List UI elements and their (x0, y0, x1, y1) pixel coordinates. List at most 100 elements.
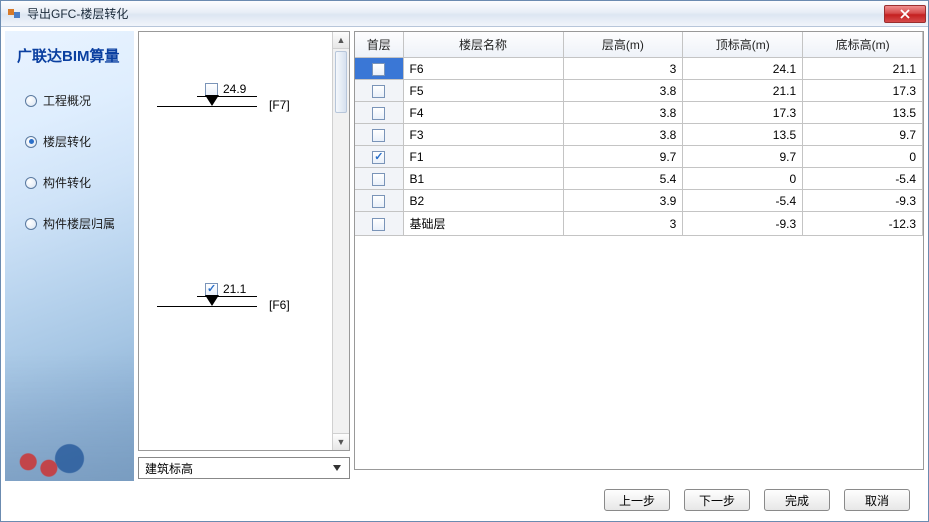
floor-name-cell[interactable]: F4 (403, 102, 563, 124)
first-floor-cell[interactable] (355, 146, 403, 168)
floor-height-cell[interactable]: 5.4 (563, 168, 683, 190)
floor-name-cell[interactable]: 基础层 (403, 212, 563, 236)
bottom-elev-cell[interactable]: 9.7 (803, 124, 923, 146)
floor-height-cell[interactable]: 3 (563, 58, 683, 80)
first-floor-cell[interactable] (355, 80, 403, 102)
table-row[interactable]: F19.79.70 (355, 146, 923, 168)
dropdown-selected: 建筑标高 (145, 460, 329, 477)
col-top[interactable]: 顶标高(m) (683, 32, 803, 58)
sidebar-item-label: 楼层转化 (43, 133, 91, 150)
floor-height-cell[interactable]: 9.7 (563, 146, 683, 168)
first-floor-cell[interactable] (355, 190, 403, 212)
window: 导出GFC-楼层转化 广联达BIM算量 工程概况 楼层转化 构件转化 构件楼层归… (0, 0, 929, 522)
diagram-column: 24.9 [F7] 21.1 [F6] (138, 31, 350, 481)
top-elev-cell[interactable]: 24.1 (683, 58, 803, 80)
floor-name-cell[interactable]: F3 (403, 124, 563, 146)
top-elev-cell[interactable]: 21.1 (683, 80, 803, 102)
sidebar: 广联达BIM算量 工程概况 楼层转化 构件转化 构件楼层归属 (5, 31, 134, 481)
table-row[interactable]: B15.40-5.4 (355, 168, 923, 190)
row-checkbox[interactable] (372, 85, 385, 98)
bottom-elev-cell[interactable]: 17.3 (803, 80, 923, 102)
radio-icon (25, 177, 37, 189)
top-elev-cell[interactable]: 17.3 (683, 102, 803, 124)
sidebar-item-component-floor[interactable]: 构件楼层归属 (5, 203, 134, 244)
scroll-track[interactable] (333, 49, 349, 433)
table-column: 首层 楼层名称 层高(m) 顶标高(m) 底标高(m) F6324.121.1F… (354, 31, 924, 481)
first-floor-cell[interactable] (355, 168, 403, 190)
radio-icon (25, 218, 37, 230)
row-checkbox[interactable] (372, 173, 385, 186)
row-checkbox[interactable] (372, 218, 385, 231)
table-row[interactable]: F6324.121.1 (355, 58, 923, 80)
floor-height-cell[interactable]: 3.8 (563, 102, 683, 124)
level-line (157, 306, 257, 307)
floor-height-cell[interactable]: 3.8 (563, 124, 683, 146)
diagram-scrollbar[interactable]: ▲ ▼ (332, 32, 349, 450)
col-first-floor[interactable]: 首层 (355, 32, 403, 58)
table-row[interactable]: B23.9-5.4-9.3 (355, 190, 923, 212)
level-tick (197, 96, 257, 97)
first-floor-cell[interactable] (355, 124, 403, 146)
table-header-row: 首层 楼层名称 层高(m) 顶标高(m) 底标高(m) (355, 32, 923, 58)
first-floor-cell[interactable] (355, 58, 403, 80)
bottom-elev-cell[interactable]: 21.1 (803, 58, 923, 80)
level-diagram: 24.9 [F7] 21.1 [F6] (139, 32, 332, 450)
bottom-elev-cell[interactable]: 0 (803, 146, 923, 168)
top-elev-cell[interactable]: 9.7 (683, 146, 803, 168)
cancel-button[interactable]: 取消 (844, 489, 910, 511)
finish-button[interactable]: 完成 (764, 489, 830, 511)
floor-name-cell[interactable]: F1 (403, 146, 563, 168)
sidebar-item-overview[interactable]: 工程概况 (5, 80, 134, 121)
top-elev-cell[interactable]: -9.3 (683, 212, 803, 236)
floor-height-cell[interactable]: 3 (563, 212, 683, 236)
floor-table: 首层 楼层名称 层高(m) 顶标高(m) 底标高(m) F6324.121.1F… (355, 32, 923, 236)
footer: 上一步 下一步 完成 取消 (1, 485, 928, 521)
content: 广联达BIM算量 工程概况 楼层转化 构件转化 构件楼层归属 (1, 27, 928, 485)
row-checkbox[interactable] (372, 63, 385, 76)
table-row[interactable]: F33.813.59.7 (355, 124, 923, 146)
first-floor-cell[interactable] (355, 102, 403, 124)
level-value: 21.1 (223, 282, 246, 296)
radio-icon (25, 136, 37, 148)
sidebar-title: 广联达BIM算量 (5, 31, 134, 80)
floor-table-wrap: 首层 楼层名称 层高(m) 顶标高(m) 底标高(m) F6324.121.1F… (354, 31, 924, 470)
scroll-thumb[interactable] (335, 51, 347, 113)
table-row[interactable]: 基础层3-9.3-12.3 (355, 212, 923, 236)
row-checkbox[interactable] (372, 151, 385, 164)
row-checkbox[interactable] (372, 129, 385, 142)
sidebar-item-floor-convert[interactable]: 楼层转化 (5, 121, 134, 162)
bottom-elev-cell[interactable]: -12.3 (803, 212, 923, 236)
diagram-panel: 24.9 [F7] 21.1 [F6] (138, 31, 350, 451)
sidebar-item-component-convert[interactable]: 构件转化 (5, 162, 134, 203)
floor-name-cell[interactable]: B2 (403, 190, 563, 212)
first-floor-cell[interactable] (355, 212, 403, 236)
row-checkbox[interactable] (372, 195, 385, 208)
scroll-up-icon[interactable]: ▲ (333, 32, 349, 49)
col-bottom[interactable]: 底标高(m) (803, 32, 923, 58)
row-checkbox[interactable] (372, 107, 385, 120)
top-elev-cell[interactable]: 13.5 (683, 124, 803, 146)
top-elev-cell[interactable]: -5.4 (683, 190, 803, 212)
table-row[interactable]: F43.817.313.5 (355, 102, 923, 124)
prev-button[interactable]: 上一步 (604, 489, 670, 511)
top-elev-cell[interactable]: 0 (683, 168, 803, 190)
sidebar-item-label: 构件楼层归属 (43, 215, 115, 232)
bottom-elev-cell[interactable]: 13.5 (803, 102, 923, 124)
table-row[interactable]: F53.821.117.3 (355, 80, 923, 102)
elevation-type-dropdown[interactable]: 建筑标高 (138, 457, 350, 479)
floor-name-cell[interactable]: F6 (403, 58, 563, 80)
floor-height-cell[interactable]: 3.8 (563, 80, 683, 102)
col-height[interactable]: 层高(m) (563, 32, 683, 58)
level-name: [F7] (269, 98, 290, 112)
floor-height-cell[interactable]: 3.9 (563, 190, 683, 212)
floor-name-cell[interactable]: F5 (403, 80, 563, 102)
col-floor-name[interactable]: 楼层名称 (403, 32, 563, 58)
next-button[interactable]: 下一步 (684, 489, 750, 511)
close-button[interactable] (884, 5, 926, 23)
bottom-elev-cell[interactable]: -9.3 (803, 190, 923, 212)
bottom-elev-cell[interactable]: -5.4 (803, 168, 923, 190)
window-title: 导出GFC-楼层转化 (27, 5, 884, 22)
scroll-down-icon[interactable]: ▼ (333, 433, 349, 450)
floor-name-cell[interactable]: B1 (403, 168, 563, 190)
level-name: [F6] (269, 298, 290, 312)
